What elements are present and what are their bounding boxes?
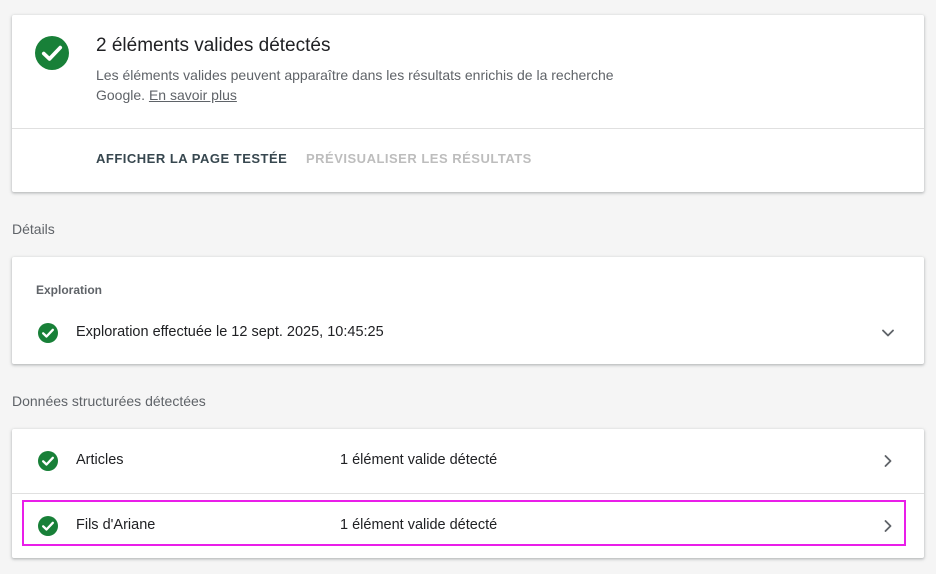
- preview-results-button: PRÉVISUALISER LES RÉSULTATS: [306, 151, 532, 166]
- structured-data-status: 1 élément valide détecté: [340, 517, 498, 533]
- details-section-label: Détails: [12, 221, 55, 237]
- check-circle-icon: [35, 36, 69, 70]
- summary-header: 2 éléments valides détectés Les éléments…: [12, 15, 924, 129]
- chevron-right-icon[interactable]: [880, 453, 896, 469]
- summary-card: 2 éléments valides détectés Les éléments…: [12, 15, 924, 192]
- check-circle-icon: [38, 323, 58, 343]
- structured-data-row-breadcrumbs[interactable]: Fils d'Ariane 1 élément valide détecté: [12, 493, 924, 559]
- exploration-status: Exploration effectuée le 12 sept. 2025, …: [76, 324, 384, 340]
- page: 2 éléments valides détectés Les éléments…: [0, 0, 936, 574]
- exploration-heading: Exploration: [36, 283, 103, 297]
- summary-actions: AFFICHER LA PAGE TESTÉE PRÉVISUALISER LE…: [12, 129, 924, 192]
- structured-data-type: Fils d'Ariane: [76, 517, 156, 533]
- summary-description: Les éléments valides peuvent apparaître …: [96, 65, 666, 105]
- exploration-card: Exploration Exploration effectuée le 12 …: [12, 257, 924, 364]
- chevron-down-icon[interactable]: [880, 325, 896, 341]
- chevron-right-icon[interactable]: [880, 518, 896, 534]
- check-circle-icon: [38, 516, 58, 536]
- structured-data-card: Articles 1 élément valide détecté Fils d…: [12, 429, 924, 558]
- view-tested-page-button[interactable]: AFFICHER LA PAGE TESTÉE: [96, 151, 287, 166]
- structured-data-row-articles[interactable]: Articles 1 élément valide détecté: [12, 429, 924, 493]
- learn-more-link[interactable]: En savoir plus: [149, 87, 237, 103]
- structured-data-type: Articles: [76, 452, 124, 468]
- structured-data-section-label: Données structurées détectées: [12, 393, 206, 409]
- structured-data-status: 1 élément valide détecté: [340, 452, 498, 468]
- exploration-row[interactable]: Exploration effectuée le 12 sept. 2025, …: [12, 315, 924, 351]
- summary-title: 2 éléments valides détectés: [96, 35, 331, 56]
- check-circle-icon: [38, 451, 58, 471]
